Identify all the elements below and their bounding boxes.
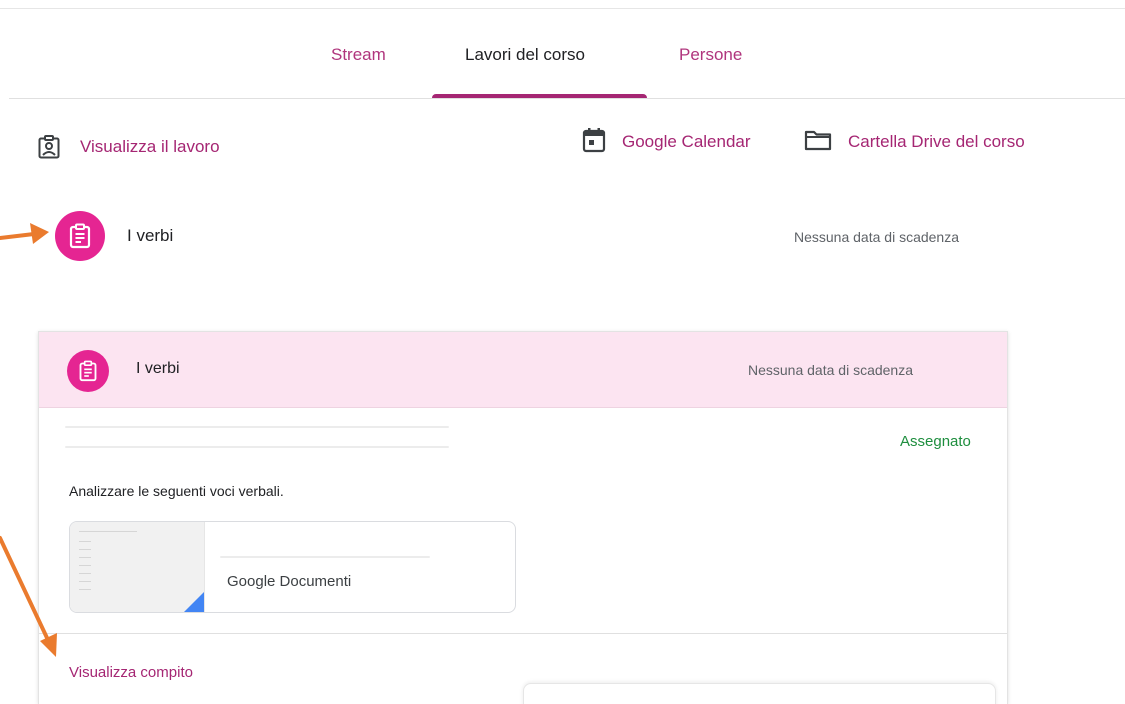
assignment-icon [67,350,109,392]
calendar-icon [582,127,606,158]
redacted-text [220,556,430,558]
classroom-page: Stream Lavori del corso Persone Visualiz… [0,0,1125,704]
document-thumbnail [70,522,205,612]
card-due-date: Nessuna data di scadenza [748,362,913,378]
redacted-text [65,446,449,448]
tab-people[interactable]: Persone [679,40,742,70]
doc-fold-icon [182,592,204,612]
folder-icon [804,128,832,157]
assignment-due-date: Nessuna data di scadenza [794,229,959,245]
course-tabs: Stream Lavori del corso Persone [0,40,1125,70]
view-work-button[interactable]: Visualizza il lavoro [38,133,220,161]
drive-folder-button[interactable]: Cartella Drive del corso [804,127,1025,157]
assignment-icon[interactable] [55,211,105,261]
card-divider [39,633,1007,634]
floating-panel [523,683,996,704]
attachment-type: Google Documenti [227,573,352,590]
view-work-icon [38,135,60,159]
assignment-description: Analizzare le seguenti voci verbali. [69,483,284,499]
tabs-divider [9,98,1125,99]
tab-classwork[interactable]: Lavori del corso [465,40,585,70]
assignment-title[interactable]: I verbi [127,226,173,246]
google-calendar-label: Google Calendar [622,132,751,151]
assignment-card-header[interactable]: I verbi Nessuna data di scadenza [39,332,1007,408]
assignment-card: I verbi Nessuna data di scadenza Assegna… [38,331,1008,704]
tab-stream[interactable]: Stream [331,40,386,70]
top-divider [0,8,1125,9]
view-assignment-link[interactable]: Visualizza compito [69,664,193,681]
card-title: I verbi [136,360,180,377]
redacted-text [65,426,449,428]
status-badge: Assegnato [900,433,971,450]
google-calendar-button[interactable]: Google Calendar [582,127,751,157]
drive-folder-label: Cartella Drive del corso [848,132,1025,151]
attachment-google-doc[interactable]: Google Documenti [69,521,516,613]
view-work-label: Visualizza il lavoro [80,137,220,156]
